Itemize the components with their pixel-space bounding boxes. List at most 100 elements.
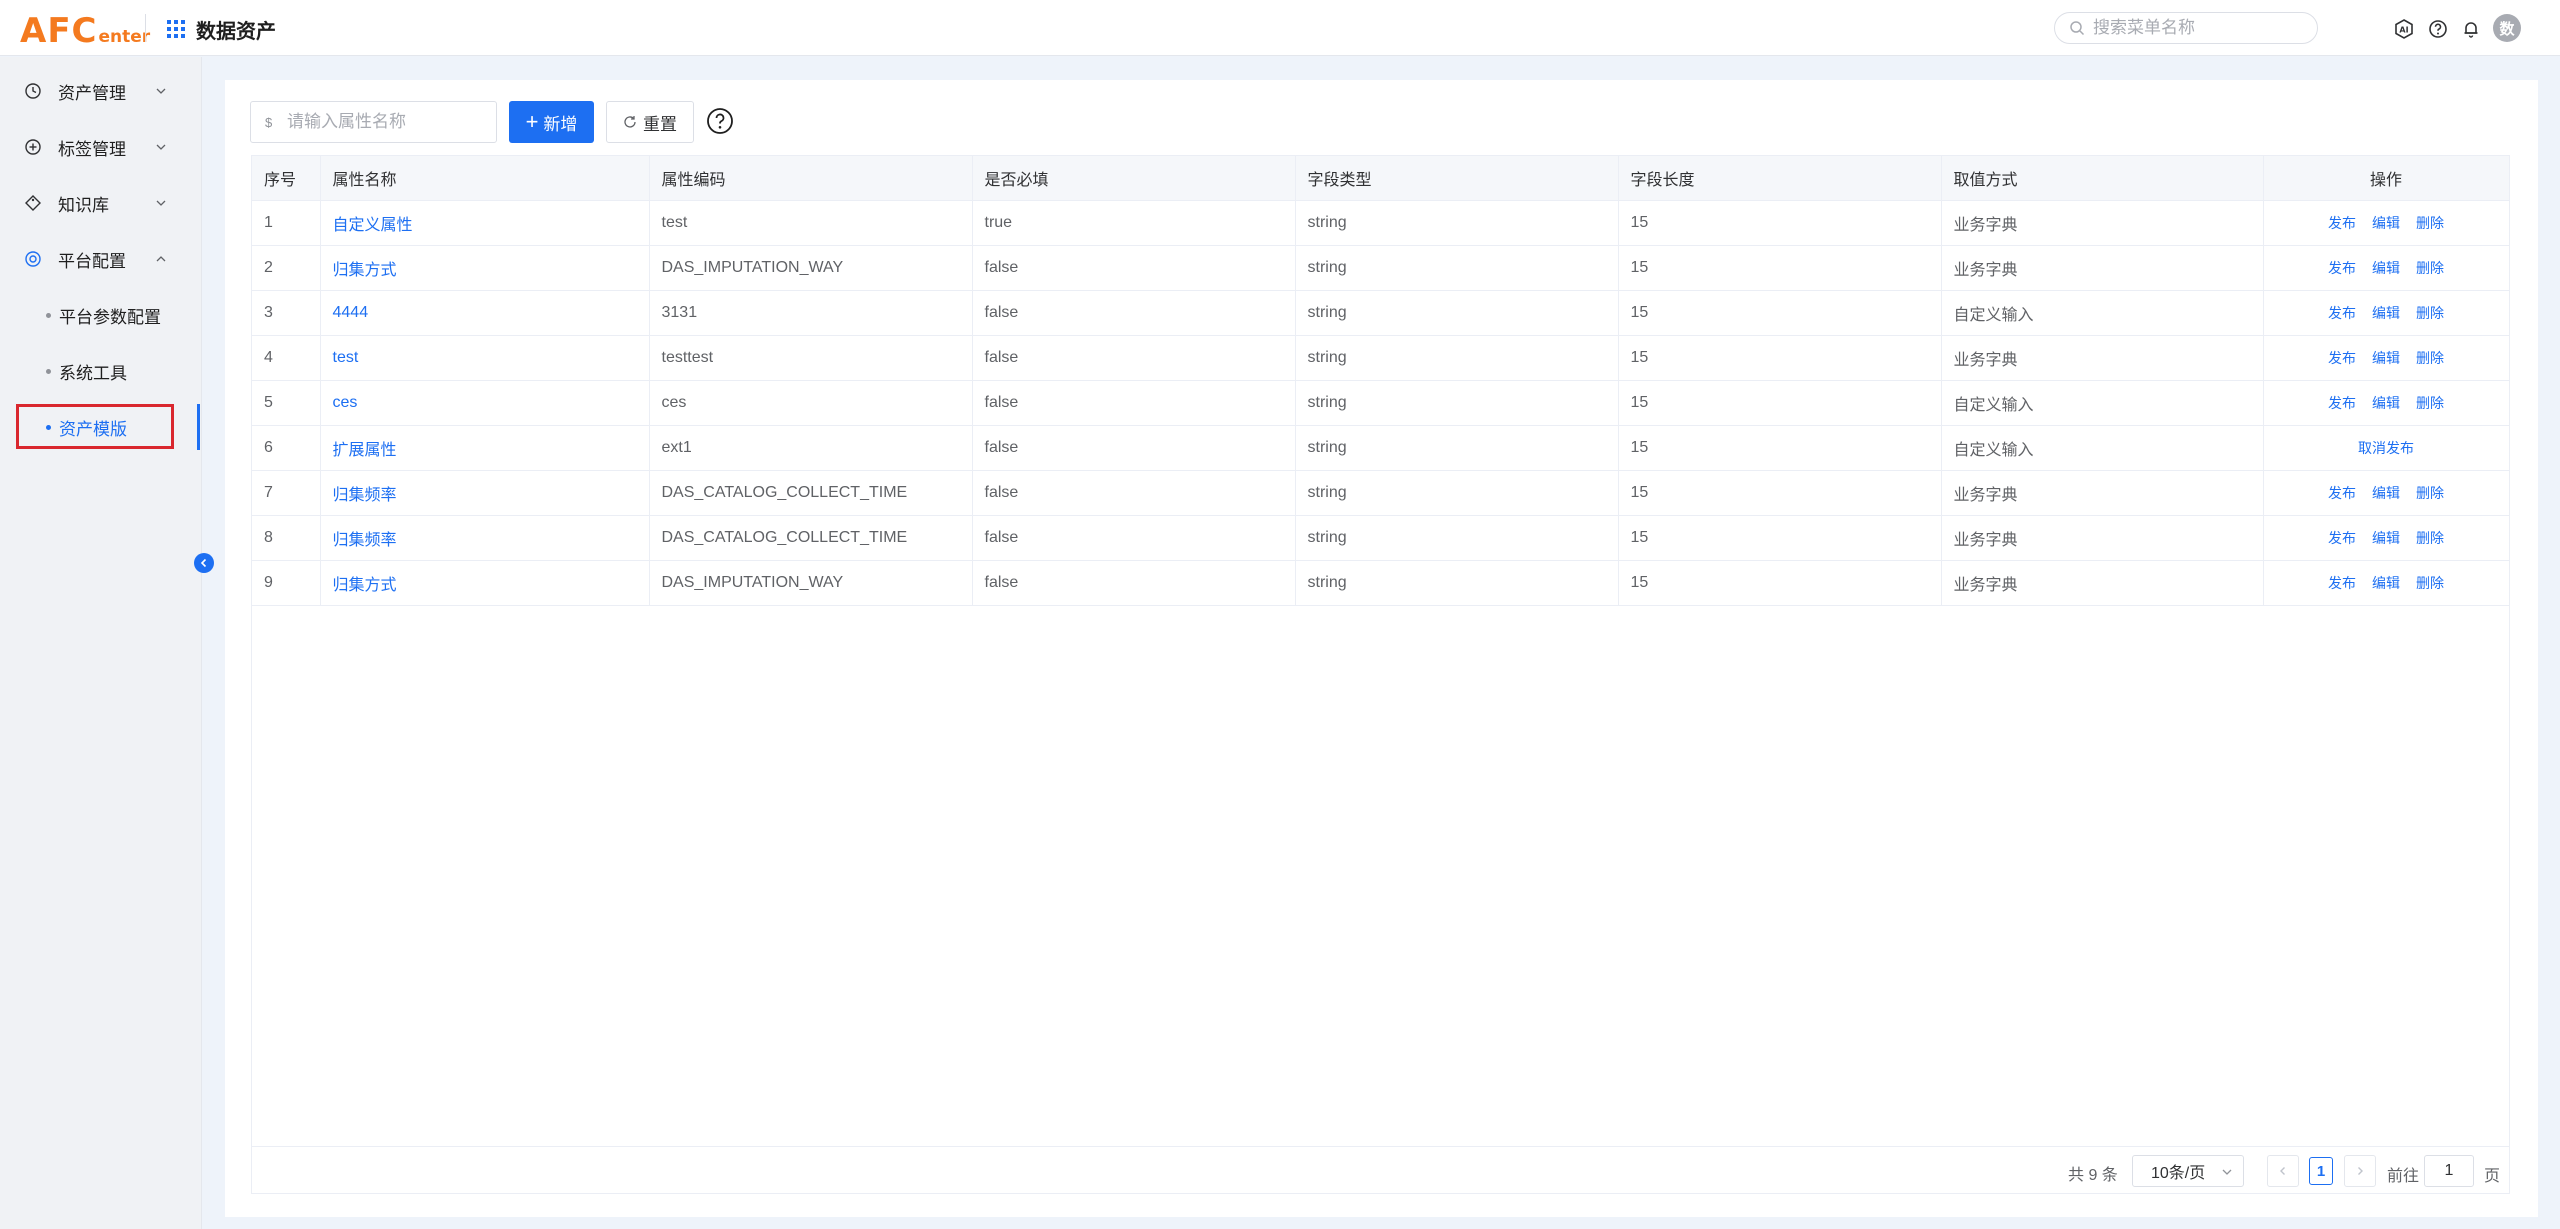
delete-link[interactable]: 删除	[2416, 350, 2444, 366]
help-icon[interactable]	[2428, 19, 2448, 39]
edit-link[interactable]: 编辑	[2372, 575, 2400, 591]
refresh-icon	[624, 116, 636, 128]
cell-field-type: string	[1295, 470, 1619, 516]
cell-field-length: 15	[1618, 200, 1942, 246]
add-button[interactable]: + 新增	[509, 101, 594, 143]
edit-link[interactable]: 编辑	[2372, 485, 2400, 501]
delete-link[interactable]: 删除	[2416, 485, 2444, 501]
sidebar-item-platform-config[interactable]: 平台配置	[0, 231, 200, 287]
question-circle-icon[interactable]	[706, 107, 734, 135]
cell-field-type: string	[1295, 560, 1619, 606]
app-grid-icon[interactable]	[167, 20, 185, 38]
cell-value-mode: 业务字典	[1941, 335, 2264, 381]
cell-value-mode: 业务字典	[1941, 200, 2264, 246]
bullet-dot	[46, 312, 51, 318]
cell-attr-code: DAS_IMPUTATION_WAY	[649, 560, 973, 606]
publish-link[interactable]: 发布	[2328, 215, 2356, 231]
cell-attr-name-link[interactable]: 归集频率	[320, 470, 650, 516]
cell-field-length: 15	[1618, 515, 1942, 561]
cell-index: 5	[252, 380, 321, 426]
delete-link[interactable]: 删除	[2416, 215, 2444, 231]
sidebar: 资产管理 标签管理 知识库 平台配置 平台参数配置 系统工具 资产模版	[0, 57, 202, 1229]
sidebar-subitem-system-tools[interactable]: 系统工具	[0, 343, 200, 399]
edit-link[interactable]: 编辑	[2372, 215, 2400, 231]
cell-attr-name-link[interactable]: 4444	[320, 290, 650, 336]
delete-link[interactable]: 删除	[2416, 395, 2444, 411]
top-header: AFC enter 数据资产 AI 数	[0, 0, 2560, 56]
table-header-row: 序号 属性名称 属性编码 是否必填 字段类型 字段长度 取值方式 操作	[252, 156, 2510, 201]
svg-text:AI: AI	[2399, 26, 2408, 35]
page-size-value: 10条/页	[2151, 1165, 2206, 1182]
publish-link[interactable]: 发布	[2328, 485, 2356, 501]
sidebar-item-label: 标签管理	[58, 139, 126, 159]
chevron-down-icon	[156, 144, 166, 150]
delete-link[interactable]: 删除	[2416, 530, 2444, 546]
unpublish-link[interactable]: 取消发布	[2358, 440, 2414, 456]
bell-icon[interactable]	[2461, 19, 2481, 39]
attribute-name-input[interactable]	[287, 112, 487, 132]
cell-required: false	[972, 560, 1296, 606]
cell-field-length: 15	[1618, 245, 1942, 291]
table-row: 7 归集频率 DAS_CATALOG_COLLECT_TIME false string…	[252, 470, 2510, 516]
next-page-button[interactable]	[2344, 1155, 2376, 1187]
reset-button-label: 重置	[643, 114, 677, 134]
edit-link[interactable]: 编辑	[2372, 260, 2400, 276]
cell-attr-name-link[interactable]: ces	[320, 380, 650, 426]
sidebar-subitem-platform-params[interactable]: 平台参数配置	[0, 287, 200, 343]
publish-link[interactable]: 发布	[2328, 530, 2356, 546]
goto-page-input[interactable]	[2424, 1155, 2474, 1187]
cell-attr-code: testtest	[649, 335, 973, 381]
table-row: 6 扩展属性 ext1 false string 15 自定义输入 取消发布	[252, 425, 2510, 471]
cell-attr-name-link[interactable]: 归集频率	[320, 515, 650, 561]
cell-attr-code: ext1	[649, 425, 973, 471]
prev-page-button[interactable]	[2267, 1155, 2299, 1187]
delete-link[interactable]: 删除	[2416, 260, 2444, 276]
cell-index: 3	[252, 290, 321, 336]
edit-link[interactable]: 编辑	[2372, 305, 2400, 321]
afcenter-logo[interactable]: AFC enter	[20, 8, 150, 48]
sidebar-item-asset-management[interactable]: 资产管理	[0, 63, 200, 119]
cell-field-type: string	[1295, 515, 1619, 561]
sidebar-item-label: 平台配置	[58, 251, 126, 271]
logo-text-sub: enter	[98, 27, 151, 47]
sidebar-item-knowledge-base[interactable]: 知识库	[0, 175, 200, 231]
cell-attr-name-link[interactable]: 归集方式	[320, 560, 650, 606]
sidebar-collapse-button[interactable]	[194, 553, 214, 573]
cell-attr-code: test	[649, 200, 973, 246]
tag-icon	[25, 195, 41, 211]
attribute-name-search[interactable]: $	[250, 101, 497, 143]
sidebar-item-label: 知识库	[58, 195, 109, 215]
highlight-annotation-box	[16, 404, 174, 449]
menu-search[interactable]	[2054, 12, 2318, 44]
search-icon	[2070, 21, 2085, 36]
cell-attr-name-link[interactable]: 自定义属性	[320, 200, 650, 246]
cell-attr-name-link[interactable]: test	[320, 335, 650, 381]
publish-link[interactable]: 发布	[2328, 395, 2356, 411]
cell-value-mode: 自定义输入	[1941, 290, 2264, 336]
edit-link[interactable]: 编辑	[2372, 395, 2400, 411]
ai-icon[interactable]: AI	[2394, 19, 2414, 39]
edit-link[interactable]: 编辑	[2372, 350, 2400, 366]
cell-field-length: 15	[1618, 380, 1942, 426]
cell-field-type: string	[1295, 245, 1619, 291]
delete-link[interactable]: 删除	[2416, 305, 2444, 321]
page-number-current[interactable]: 1	[2309, 1157, 2333, 1185]
user-avatar[interactable]: 数	[2493, 14, 2521, 42]
cell-attr-code: DAS_CATALOG_COLLECT_TIME	[649, 515, 973, 561]
cell-required: false	[972, 515, 1296, 561]
page-size-select[interactable]: 10条/页	[2132, 1155, 2244, 1187]
sidebar-item-tag-management[interactable]: 标签管理	[0, 119, 200, 175]
delete-link[interactable]: 删除	[2416, 575, 2444, 591]
cell-attr-name-link[interactable]: 归集方式	[320, 245, 650, 291]
publish-link[interactable]: 发布	[2328, 260, 2356, 276]
cell-index: 2	[252, 245, 321, 291]
menu-search-input[interactable]	[2093, 18, 2303, 38]
publish-link[interactable]: 发布	[2328, 350, 2356, 366]
attribute-table: 序号 属性名称 属性编码 是否必填 字段类型 字段长度 取值方式 操作 1 自定义…	[251, 155, 2510, 1194]
cell-attr-name-link[interactable]: 扩展属性	[320, 425, 650, 471]
col-header-field-type: 字段类型	[1295, 156, 1619, 201]
edit-link[interactable]: 编辑	[2372, 530, 2400, 546]
publish-link[interactable]: 发布	[2328, 305, 2356, 321]
reset-button[interactable]: 重置	[606, 101, 694, 143]
publish-link[interactable]: 发布	[2328, 575, 2356, 591]
